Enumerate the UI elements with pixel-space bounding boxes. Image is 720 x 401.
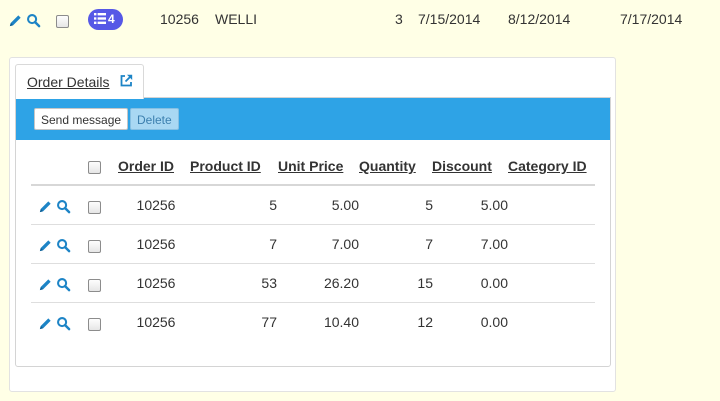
cell-quantity: 12: [417, 314, 433, 330]
magnifier-icon: [57, 199, 71, 214]
cell-product-id: 77: [261, 314, 277, 330]
edit-row-button[interactable]: [8, 10, 23, 28]
column-header-discount[interactable]: Discount: [432, 158, 492, 174]
cell-discount: 7.00: [480, 236, 508, 252]
cell-order-id: 10256: [136, 314, 176, 330]
column-header-quantity[interactable]: Quantity: [359, 158, 416, 174]
magnifier-icon: [27, 13, 41, 28]
view-row-button[interactable]: [56, 236, 71, 253]
cell-order-id: 10256: [136, 236, 176, 252]
customer-id-value: WELLI: [215, 11, 258, 27]
ship-via-value: 3: [395, 11, 403, 27]
view-row-button[interactable]: [56, 275, 71, 292]
cell-quantity: 15: [417, 275, 433, 291]
pencil-icon: [9, 15, 21, 26]
pencil-icon: [39, 318, 51, 329]
cell-unit-price: 7.00: [331, 236, 359, 252]
cell-unit-price: 5.00: [331, 197, 359, 213]
column-header-order-id[interactable]: Order ID: [118, 158, 174, 174]
magnifier-icon: [57, 277, 71, 292]
magnifier-icon: [57, 238, 71, 253]
order-date-value: 7/15/2014: [418, 11, 481, 27]
order-details-grid-container: Send message Delete Order ID Product ID …: [15, 97, 611, 367]
cell-discount: 0.00: [480, 275, 508, 291]
order-id-value: 10256: [160, 11, 199, 27]
detail-panel: Order Details Send message Delete Order …: [9, 57, 616, 392]
cell-unit-price: 26.20: [323, 275, 359, 291]
grid-toolbar: Send message Delete: [16, 98, 610, 140]
select-all-checkbox[interactable]: [88, 160, 101, 174]
required-date-value: 8/12/2014: [508, 11, 571, 27]
row-checkbox[interactable]: [88, 278, 101, 292]
table-row: 10256 5 5.00 5 5.00: [31, 186, 595, 225]
cell-product-id: 7: [269, 236, 277, 252]
cell-quantity: 7: [425, 236, 433, 252]
edit-row-button[interactable]: [38, 197, 53, 214]
badge-count: 4: [108, 12, 115, 26]
edit-row-button[interactable]: [38, 236, 53, 253]
send-message-button[interactable]: Send message: [34, 108, 129, 130]
cell-product-id: 53: [261, 275, 277, 291]
magnifier-icon: [57, 316, 71, 331]
view-row-button[interactable]: [26, 10, 41, 28]
pencil-icon: [39, 279, 51, 290]
table-row: 10256 53 26.20 15 0.00: [31, 264, 595, 303]
table-row: 10256 77 10.40 12 0.00: [31, 303, 595, 342]
cell-product-id: 5: [269, 197, 277, 213]
delete-button[interactable]: Delete: [130, 108, 179, 130]
cell-order-id: 10256: [136, 275, 176, 291]
master-row-checkbox[interactable]: [56, 14, 69, 28]
pencil-icon: [39, 240, 51, 251]
view-row-button[interactable]: [56, 314, 71, 331]
list-icon: [94, 13, 106, 24]
cell-discount: 5.00: [480, 197, 508, 213]
row-checkbox[interactable]: [88, 239, 101, 253]
row-checkbox[interactable]: [88, 200, 101, 214]
column-header-product-id[interactable]: Product ID: [190, 158, 261, 174]
edit-row-button[interactable]: [38, 275, 53, 292]
view-row-button[interactable]: [56, 197, 71, 214]
table-row: 10256 7 7.00 7 7.00: [31, 225, 595, 264]
tab-order-details-label[interactable]: Order Details: [27, 74, 109, 90]
edit-row-button[interactable]: [38, 314, 53, 331]
tab-order-details[interactable]: Order Details: [15, 64, 144, 99]
column-header-category-id[interactable]: Category ID: [508, 158, 587, 174]
shipped-date-value: 7/17/2014: [620, 11, 683, 27]
master-row: 4 10256 WELLI 3 7/15/2014 8/12/2014 7/17…: [0, 0, 720, 38]
cell-unit-price: 10.40: [323, 314, 359, 330]
cell-discount: 0.00: [480, 314, 508, 330]
cell-order-id: 10256: [136, 197, 176, 213]
pencil-icon: [39, 201, 51, 212]
cell-quantity: 5: [425, 197, 433, 213]
column-header-unit-price[interactable]: Unit Price: [278, 158, 343, 174]
row-checkbox[interactable]: [88, 317, 101, 331]
grid-header: Order ID Product ID Unit Price Quantity …: [16, 140, 610, 185]
details-count-badge[interactable]: 4: [88, 9, 123, 30]
external-link-icon[interactable]: [120, 74, 133, 87]
